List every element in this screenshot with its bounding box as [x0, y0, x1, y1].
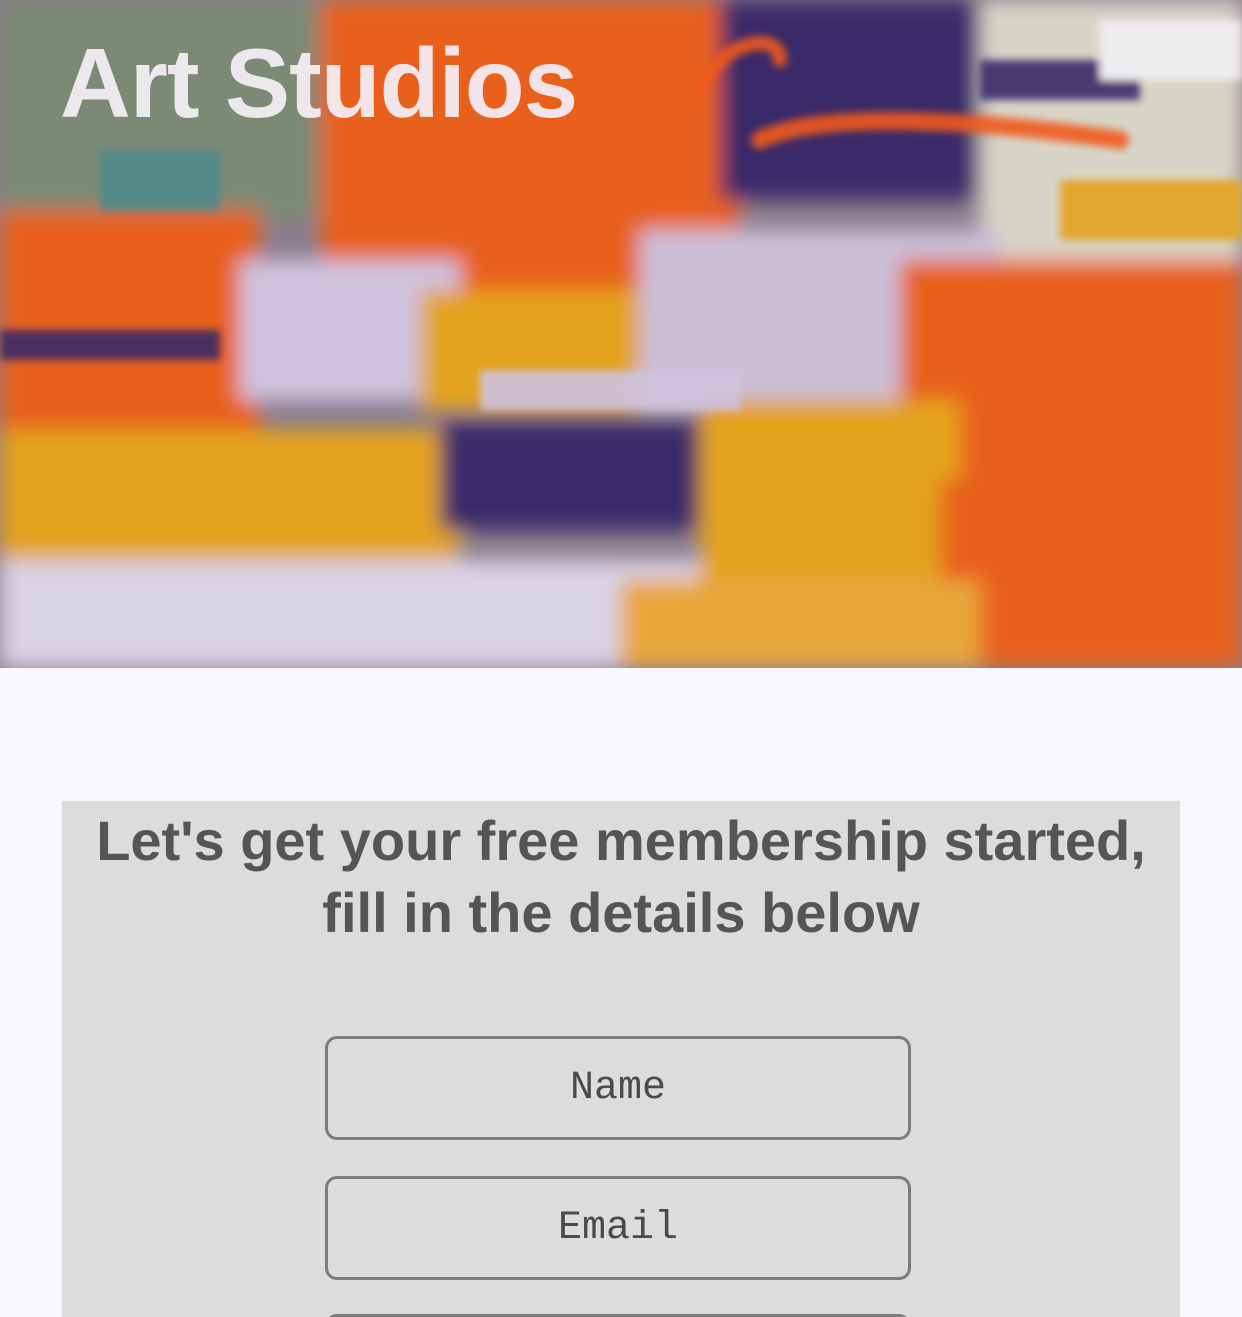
hero-banner: Art Studios [0, 0, 1242, 668]
signup-heading: Let's get your free membership started, … [96, 809, 1146, 944]
site-title: Art Studios [60, 28, 578, 138]
email-input[interactable] [325, 1176, 911, 1280]
name-input[interactable] [325, 1036, 911, 1140]
signup-form-card: Let's get your free membership started, … [62, 801, 1180, 1317]
